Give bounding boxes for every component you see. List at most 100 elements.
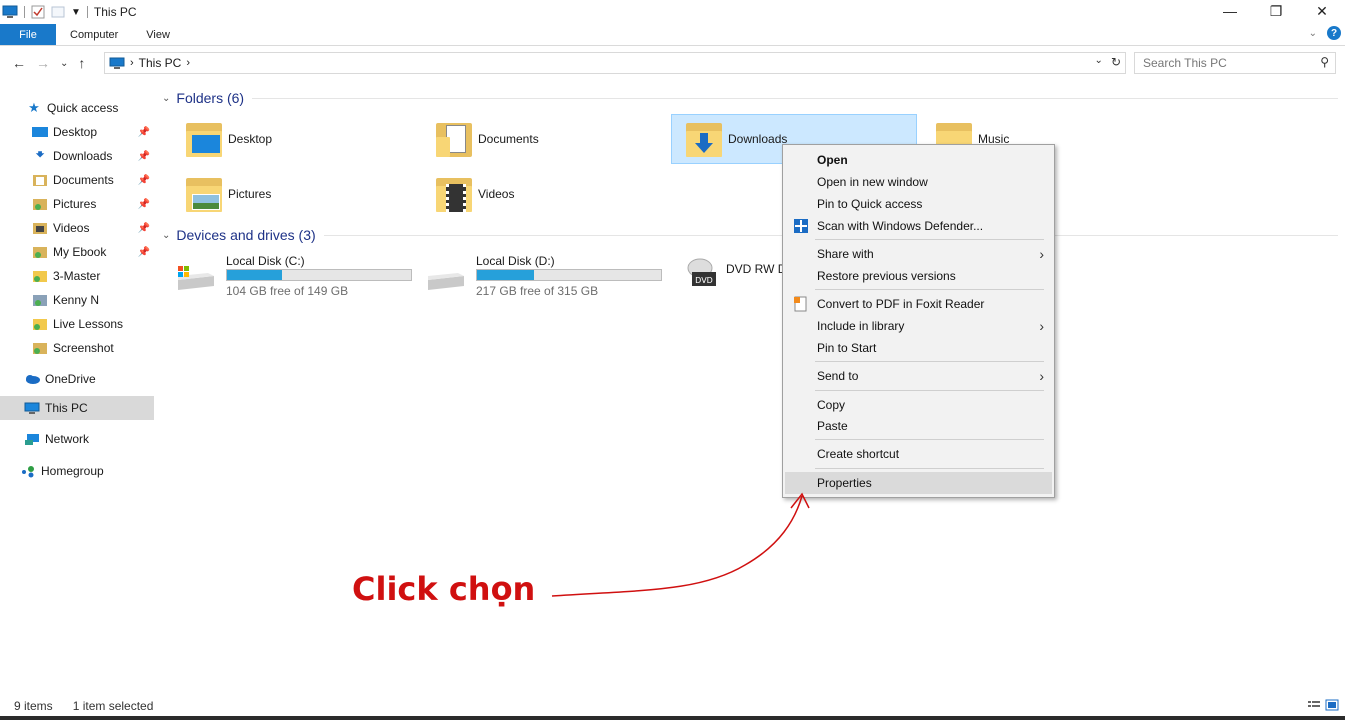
drive-tile-d[interactable]: Local Disk (D:) 217 GB free of 315 GB <box>410 252 662 302</box>
address-row: ← → ⌄ ↑ › This PC › ⌄ ↻ Search This PC ⚲ <box>0 50 1345 76</box>
tab-view[interactable]: View <box>132 24 184 45</box>
group-title: Folders (6) <box>176 90 245 106</box>
minimize-button[interactable]: — <box>1207 0 1253 22</box>
group-divider <box>252 97 1338 99</box>
sidebar-item-label: Documents <box>53 173 114 187</box>
menu-item-create-shortcut[interactable]: Create shortcut <box>785 443 1052 465</box>
menu-item-include-library[interactable]: Include in library › <box>785 315 1052 337</box>
menu-item-open-new-window[interactable]: Open in new window <box>785 171 1052 193</box>
breadcrumb-separator-icon[interactable]: › <box>130 57 134 69</box>
sidebar-item-network[interactable]: Network <box>0 427 154 451</box>
sidebar-item-downloads[interactable]: 🠻 Downloads 📌 <box>0 144 154 168</box>
menu-item-send-to[interactable]: Send to › <box>785 365 1052 387</box>
address-bar-controls: ⌄ ↻ <box>1095 55 1121 69</box>
drive-usage-fill <box>227 270 283 280</box>
folder-label: Pictures <box>228 187 272 201</box>
menu-item-open[interactable]: Open <box>785 149 1052 171</box>
folder-tile-documents[interactable]: Documents <box>422 114 668 164</box>
title-bar: ▼ This PC — ❐ ✕ <box>0 0 1345 24</box>
search-icon[interactable]: ⚲ <box>1320 55 1329 69</box>
drive-tile-c[interactable]: Local Disk (C:) 104 GB free of 149 GB <box>160 252 412 302</box>
menu-item-properties[interactable]: Properties <box>785 472 1052 494</box>
sidebar-item-desktop[interactable]: Desktop 📌 <box>0 120 154 144</box>
ribbon-right-controls: ⌄ ? <box>1309 26 1341 40</box>
menu-item-label: Scan with Windows Defender... <box>817 219 984 233</box>
menu-item-pin-start[interactable]: Pin to Start <box>785 337 1052 359</box>
sidebar-item-videos[interactable]: Videos 📌 <box>0 216 154 240</box>
address-dropdown-icon[interactable]: ⌄ <box>1095 55 1103 69</box>
collapse-chevron-icon[interactable]: ⌄ <box>162 93 170 104</box>
folder-tile-desktop[interactable]: Desktop <box>172 114 418 164</box>
refresh-icon[interactable]: ↻ <box>1111 55 1121 69</box>
new-folder-icon[interactable] <box>51 5 65 19</box>
search-input[interactable]: Search This PC ⚲ <box>1134 52 1336 74</box>
drive-free-space: 104 GB free of 149 GB <box>226 284 349 298</box>
sidebar-item-3-master[interactable]: 3-Master <box>0 264 154 288</box>
this-pc-icon <box>109 57 125 69</box>
window-controls: — ❐ ✕ <box>1207 0 1345 22</box>
menu-item-pin-quick-access[interactable]: Pin to Quick access <box>785 193 1052 215</box>
back-icon[interactable]: ← <box>12 55 26 71</box>
up-icon[interactable]: ↑ <box>78 55 85 71</box>
sidebar-item-onedrive[interactable]: OneDrive <box>0 367 154 391</box>
large-icons-view-icon[interactable] <box>1325 699 1339 711</box>
collapse-chevron-icon[interactable]: ⌄ <box>162 230 170 241</box>
menu-item-scan-defender[interactable]: Scan with Windows Defender... <box>785 215 1052 237</box>
sidebar-item-quick-access[interactable]: ★ Quick access <box>0 96 154 120</box>
sidebar-item-live-lessons[interactable]: Live Lessons <box>0 312 154 336</box>
menu-item-convert-pdf[interactable]: Convert to PDF in Foxit Reader <box>785 293 1052 315</box>
details-view-icon[interactable] <box>1307 699 1321 711</box>
tab-computer[interactable]: Computer <box>56 24 132 45</box>
sidebar-item-homegroup[interactable]: Homegroup <box>0 459 154 483</box>
drive-usage-bar <box>226 269 412 281</box>
annotation-text: Click chọn <box>352 570 536 608</box>
breadcrumb-this-pc[interactable]: This PC <box>139 56 182 70</box>
restore-button[interactable]: ❐ <box>1253 0 1299 22</box>
sidebar-item-label: Downloads <box>53 149 113 163</box>
menu-item-paste[interactable]: Paste <box>785 415 1052 437</box>
qat-separator <box>24 6 25 18</box>
selection-count: 1 item selected <box>72 699 154 713</box>
this-pc-icon[interactable] <box>2 5 18 19</box>
desktop-icon <box>32 125 48 139</box>
quick-access-toolbar: ▼ <box>0 0 88 24</box>
drive-name: Local Disk (D:) <box>476 254 555 268</box>
folder-tile-pictures[interactable]: Pictures <box>172 169 418 219</box>
devices-group-header[interactable]: ⌄ Devices and drives (3) <box>162 227 1338 243</box>
sidebar-item-kenny-n[interactable]: Kenny N <box>0 288 154 312</box>
folder-tile-videos[interactable]: Videos <box>422 169 668 219</box>
menu-item-share-with[interactable]: Share with › <box>785 243 1052 265</box>
close-button[interactable]: ✕ <box>1299 0 1345 22</box>
cloud-icon <box>24 372 40 386</box>
sidebar-item-this-pc[interactable]: This PC <box>0 396 154 420</box>
help-icon[interactable]: ? <box>1327 26 1341 40</box>
sidebar-item-documents[interactable]: Documents 📌 <box>0 168 154 192</box>
folders-group-header[interactable]: ⌄ Folders (6) <box>162 90 1338 106</box>
properties-icon[interactable] <box>31 5 45 19</box>
content-area: ⌄ Folders (6) Desktop Documents Download… <box>160 86 1340 686</box>
expand-ribbon-icon[interactable]: ⌄ <box>1309 28 1317 39</box>
folder-label: Desktop <box>228 132 273 146</box>
submenu-arrow-icon: › <box>1039 246 1044 262</box>
svg-text:DVD: DVD <box>695 276 713 285</box>
pin-icon: 📌 <box>137 198 150 210</box>
computer-icon <box>24 401 40 415</box>
sidebar-item-label: My Ebook <box>53 245 107 259</box>
sidebar-item-pictures[interactable]: Pictures 📌 <box>0 192 154 216</box>
documents-folder-icon <box>432 117 476 161</box>
menu-item-copy[interactable]: Copy <box>785 394 1052 416</box>
recent-locations-icon[interactable]: ⌄ <box>60 58 68 69</box>
tab-file[interactable]: File <box>0 24 56 45</box>
menu-item-restore-versions[interactable]: Restore previous versions <box>785 265 1052 287</box>
customize-qat-icon[interactable]: ▼ <box>71 7 81 18</box>
sidebar-item-screenshot[interactable]: Screenshot <box>0 336 154 360</box>
address-bar[interactable]: › This PC › ⌄ ↻ <box>104 52 1126 74</box>
synced-folder-icon <box>32 317 48 331</box>
sidebar-item-my-ebook[interactable]: My Ebook 📌 <box>0 240 154 264</box>
pin-icon: 📌 <box>137 126 150 138</box>
breadcrumb-separator-icon[interactable]: › <box>186 57 190 69</box>
forward-icon[interactable]: → <box>36 55 50 71</box>
sidebar-item-label: Network <box>45 432 90 446</box>
sidebar-item-label: Homegroup <box>41 464 104 478</box>
sidebar-item-label: 3-Master <box>53 269 101 283</box>
